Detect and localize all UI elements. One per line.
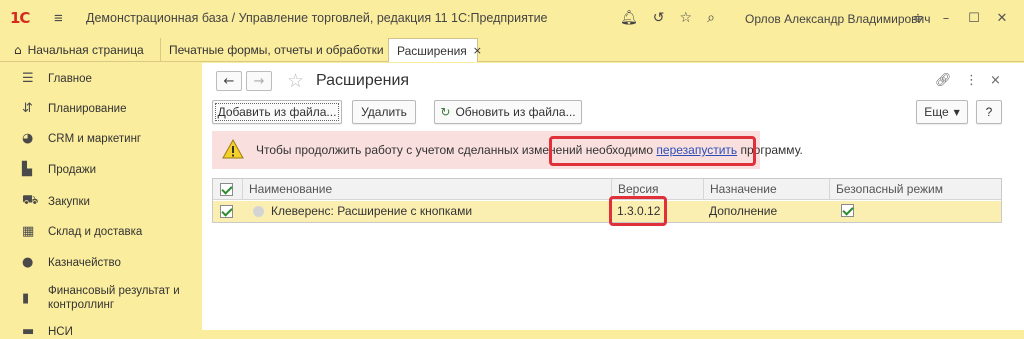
more-button[interactable]: Еще ▼ — [916, 100, 968, 124]
tab-bar: ⌂ Начальная страница Печатные формы, отч… — [0, 36, 1024, 62]
sidebar-item-sales[interactable]: ▙ Продажи — [0, 162, 202, 177]
help-button[interactable]: ? — [976, 100, 1002, 124]
bell-icon[interactable]: 🔔︎ — [620, 10, 638, 26]
tab-extensions[interactable]: Расширения × — [388, 38, 482, 62]
app-logo: 1С — [10, 9, 30, 27]
close-icon[interactable]: ✕ — [988, 11, 1016, 26]
column-safe-mode[interactable]: Безопасный режим — [829, 179, 1001, 200]
crm-icon: ◕ — [22, 131, 34, 146]
sidebar-item-purchases[interactable]: ⛟ Закупки — [0, 193, 202, 210]
link-icon[interactable]: 🔗︎ — [935, 73, 952, 88]
chart-icon: ▮ — [22, 290, 30, 306]
add-from-file-button[interactable]: Добавить из файла... — [212, 100, 342, 124]
sidebar-item-planning[interactable]: ⇵ Планирование — [0, 101, 202, 116]
catalog-icon: ▬ — [22, 324, 35, 339]
table-row[interactable]: Клеверенс: Расширение с кнопками 1.3.0.1… — [213, 201, 1001, 222]
sidebar-item-label: Продажи — [48, 163, 97, 176]
sidebar-item-label: Казначейство — [48, 256, 121, 269]
column-purpose[interactable]: Назначение — [703, 179, 829, 200]
highlight-box-restart — [549, 136, 756, 166]
update-label: Обновить из файла... — [455, 105, 576, 119]
form-area: ← → ☆ Расширения 🔗︎ ⋮ × Добавить из файл… — [202, 63, 1024, 330]
more-label: Еще — [924, 105, 949, 119]
safe-mode-checkbox[interactable] — [841, 204, 854, 217]
tab-label: Начальная страница — [27, 43, 144, 57]
warehouse-icon: ▦ — [22, 224, 35, 239]
warning-icon — [222, 139, 244, 159]
home-icon: ⌂ — [14, 43, 22, 57]
status-dot-icon — [253, 206, 264, 217]
sidebar-item-label: Планирование — [48, 102, 127, 115]
back-button[interactable]: ← — [216, 71, 242, 91]
more-vertical-icon[interactable]: ⋮ — [965, 73, 978, 88]
close-form-icon[interactable]: × — [990, 73, 1001, 88]
sidebar-item-label: Склад и доставка — [48, 225, 143, 238]
maximize-icon[interactable]: ☐ — [960, 11, 988, 26]
main-menu-icon[interactable]: ≡ — [54, 10, 76, 27]
history-icon[interactable]: ↺ — [653, 10, 665, 26]
settings-menu-icon[interactable]: ≑ — [904, 11, 932, 26]
arrow-left-icon: ← — [223, 73, 235, 89]
cell-purpose: Дополнение — [709, 204, 778, 218]
title-tools: 🔔︎ ↺ ☆ ⌕ — [620, 0, 730, 36]
sidebar-item-nsi[interactable]: ▬ НСИ — [0, 324, 202, 339]
search-icon[interactable]: ⌕ — [707, 10, 715, 26]
minimize-icon[interactable]: – — [932, 11, 960, 26]
delete-button[interactable]: Удалить — [352, 100, 416, 124]
sidebar-item-label: Финансовый результат и контроллинг — [48, 285, 180, 311]
header-checkbox[interactable] — [220, 183, 233, 196]
favorites-icon[interactable]: ☆ — [680, 10, 693, 26]
sidebar: ☰ Главное ⇵ Планирование ◕ CRM и маркети… — [0, 63, 202, 339]
tab-print-forms[interactable]: Печатные формы, отчеты и обработки × — [160, 38, 399, 62]
chevron-down-icon: ▼ — [953, 107, 960, 117]
tab-home[interactable]: ⌂ Начальная страница — [0, 38, 160, 62]
arrow-right-icon: → — [253, 73, 265, 89]
user-name[interactable]: Орлов Александр Владимирович — [745, 12, 931, 26]
highlight-box-version — [609, 196, 667, 226]
sidebar-item-warehouse[interactable]: ▦ Склад и доставка — [0, 224, 202, 239]
tab-label: Расширения — [397, 43, 467, 58]
sidebar-item-label: Закупки — [48, 195, 90, 208]
column-name[interactable]: Наименование — [242, 179, 611, 200]
tab-close-icon[interactable]: × — [473, 44, 482, 57]
update-from-file-button[interactable]: ↻ Обновить из файла... — [434, 100, 582, 124]
sidebar-item-label: Главное — [48, 72, 92, 85]
ruble-icon: ● — [22, 255, 34, 270]
update-icon: ↻ — [440, 105, 451, 119]
row-active-checkbox[interactable] — [220, 205, 233, 218]
cart-icon: ⛟ — [22, 193, 39, 208]
sidebar-item-crm[interactable]: ◕ CRM и маркетинг — [0, 131, 202, 146]
window-controls: ≑ – ☐ ✕ — [904, 0, 1016, 36]
table-header: Наименование Версия Назначение Безопасны… — [213, 179, 1001, 200]
sidebar-item-label: CRM и маркетинг — [48, 132, 142, 145]
app-title: Демонстрационная база / Управление торго… — [86, 11, 548, 25]
extensions-table: Наименование Версия Назначение Безопасны… — [212, 178, 1002, 223]
sidebar-item-finance[interactable]: ▮ Финансовый результат и контроллинг — [0, 284, 202, 312]
planning-icon: ⇵ — [22, 101, 33, 116]
favorite-star-icon[interactable]: ☆ — [287, 70, 304, 92]
sidebar-item-treasury[interactable]: ● Казначейство — [0, 255, 202, 270]
tab-label: Печатные формы, отчеты и обработки — [169, 43, 384, 57]
sidebar-item-label: НСИ — [48, 325, 73, 338]
page-title: Расширения — [316, 72, 410, 89]
sidebar-item-main[interactable]: ☰ Главное — [0, 71, 202, 86]
bag-icon: ▙ — [22, 162, 32, 177]
forward-button[interactable]: → — [246, 71, 272, 91]
menu-icon: ☰ — [22, 71, 34, 86]
cell-name: Клеверенс: Расширение с кнопками — [271, 204, 473, 218]
